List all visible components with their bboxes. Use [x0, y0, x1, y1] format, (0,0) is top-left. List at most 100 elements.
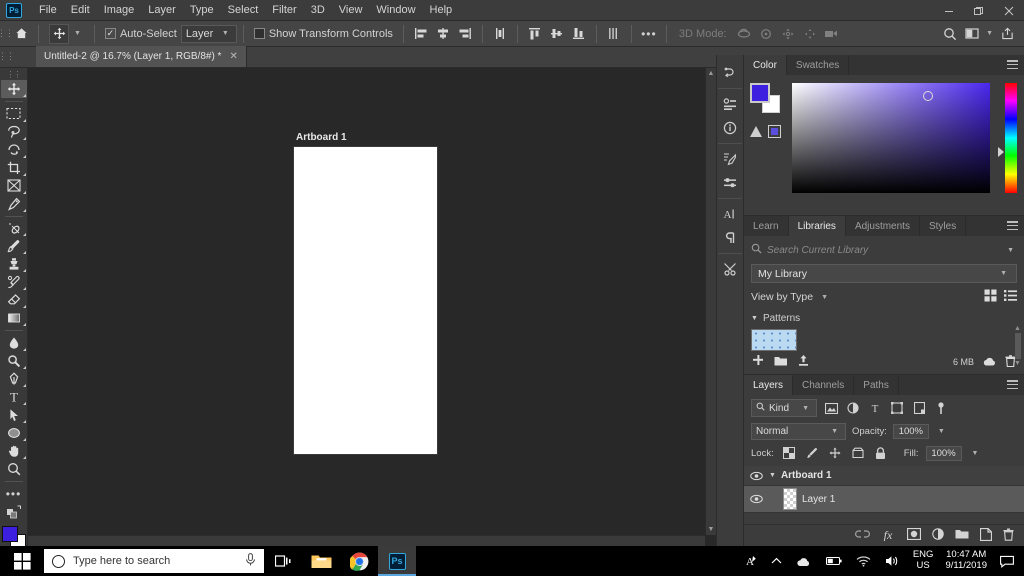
close-button[interactable] — [994, 0, 1024, 21]
fill-input[interactable]: 100% — [925, 445, 962, 461]
scroll-up-icon[interactable]: ▲ — [1014, 325, 1021, 332]
layer-style-fx-icon[interactable]: fx — [881, 528, 896, 544]
options-bar-grip[interactable]: ⋮⋮ — [0, 21, 14, 47]
windows-ink-icon[interactable]: A — [737, 554, 764, 568]
taskbar-search-input[interactable]: Type here to search — [73, 555, 237, 567]
tab-paths[interactable]: Paths — [854, 375, 899, 395]
battery-icon[interactable] — [819, 556, 849, 566]
layer-name[interactable]: Layer 1 — [802, 494, 835, 505]
edit-toolbar-icon[interactable]: ••• — [1, 485, 27, 503]
out-of-gamut-warning-icon[interactable] — [750, 126, 762, 137]
panel-menu-icon[interactable] — [1007, 221, 1018, 230]
frame-tool[interactable] — [1, 177, 27, 195]
file-explorer-icon[interactable] — [302, 546, 340, 576]
menu-help[interactable]: Help — [423, 1, 460, 19]
delete-layer-icon[interactable] — [1003, 528, 1014, 544]
align-top-edges-icon[interactable] — [524, 24, 546, 44]
windows-start-icon[interactable] — [0, 546, 44, 576]
wifi-icon[interactable] — [849, 555, 878, 567]
brush-settings-icon[interactable] — [717, 147, 743, 171]
properties-icon[interactable] — [717, 92, 743, 116]
close-icon[interactable]: ✕ — [229, 51, 237, 62]
document-tab[interactable]: Untitled-2 @ 16.7% (Layer 1, RGB/8#) * ✕ — [36, 46, 247, 67]
artboard-canvas[interactable] — [294, 147, 437, 454]
panel-menu-icon[interactable] — [1007, 380, 1018, 389]
layer-filter-kind-dropdown[interactable]: Kind ▼ — [751, 399, 817, 417]
lock-image-pixels-icon[interactable] — [804, 445, 820, 461]
tab-learn[interactable]: Learn — [744, 216, 789, 236]
canvas-area[interactable]: Artboard 1 ▲ ▼ — [28, 68, 716, 546]
lock-transparent-pixels-icon[interactable] — [781, 445, 797, 461]
new-layer-icon[interactable] — [979, 527, 993, 544]
filter-toggle-icon[interactable] — [933, 400, 949, 416]
volume-icon[interactable] — [878, 555, 907, 567]
blur-tool[interactable] — [1, 334, 27, 352]
menu-view[interactable]: View — [332, 1, 370, 19]
paragraph-icon[interactable] — [717, 226, 743, 250]
type-filter-icon[interactable]: T — [867, 400, 883, 416]
tab-bar-grip[interactable]: ⋮⋮ — [0, 46, 15, 67]
fill-chevron-down-icon[interactable]: ▼ — [969, 450, 982, 457]
opacity-input[interactable]: 100% — [892, 424, 929, 439]
tab-color[interactable]: Color — [744, 55, 787, 75]
menu-type[interactable]: Type — [183, 1, 221, 19]
clone-stamp-tool[interactable] — [1, 255, 27, 273]
chevron-down-icon[interactable]: ▼ — [1004, 247, 1017, 254]
taskbar-clock[interactable]: 10:47 AM 9/11/2019 — [939, 549, 993, 572]
new-group-icon[interactable] — [955, 528, 969, 543]
microphone-icon[interactable] — [245, 553, 256, 569]
history-brush-tool[interactable] — [1, 273, 27, 291]
grid-view-icon[interactable] — [984, 289, 997, 305]
path-selection-tool[interactable] — [1, 406, 27, 424]
brush-tool[interactable] — [1, 237, 27, 255]
move-tool[interactable] — [0, 79, 27, 98]
link-layers-icon[interactable] — [855, 529, 870, 542]
adjustment-layer-icon[interactable] — [932, 528, 944, 543]
menu-3d[interactable]: 3D — [304, 1, 332, 19]
layer-group-name[interactable]: Artboard 1 — [781, 470, 832, 481]
character-icon[interactable]: A — [717, 202, 743, 226]
object-selection-tool[interactable] — [1, 141, 27, 159]
eraser-tool[interactable] — [1, 291, 27, 309]
action-center-icon[interactable] — [993, 555, 1024, 568]
info-icon[interactable] — [717, 116, 743, 140]
auto-select-scope-dropdown[interactable]: Layer ▼ — [180, 24, 237, 43]
canvas-vertical-scrollbar[interactable]: ▲ ▼ — [705, 68, 716, 535]
crop-tool[interactable] — [1, 159, 27, 177]
default-colors-icon[interactable] — [1, 503, 27, 521]
library-dropdown[interactable]: My Library ▼ — [751, 264, 1017, 283]
pixel-filter-icon[interactable] — [823, 400, 839, 416]
photoshop-icon[interactable]: Ps — [378, 546, 416, 576]
toolbar-grip[interactable]: ⋮⋮ — [1, 70, 27, 80]
tab-channels[interactable]: Channels — [793, 375, 855, 395]
tab-adjustments[interactable]: Adjustments — [845, 216, 920, 236]
cloud-sync-icon[interactable] — [982, 356, 997, 369]
scroll-thumb[interactable] — [1014, 333, 1021, 359]
adjustments-sliders-icon[interactable] — [717, 171, 743, 195]
upload-icon[interactable] — [797, 354, 810, 370]
menu-image[interactable]: Image — [97, 1, 142, 19]
chevron-down-icon[interactable]: ▼ — [769, 472, 776, 479]
view-by-dropdown[interactable]: View by Type ▼ — [751, 291, 831, 303]
color-panel-foreground-swatch[interactable] — [750, 83, 770, 103]
web-safe-color-icon[interactable] — [768, 125, 781, 138]
workspace-icon[interactable] — [961, 24, 983, 44]
library-search-row[interactable]: Search Current Library ▼ — [751, 241, 1017, 259]
list-view-icon[interactable] — [1004, 289, 1017, 305]
dodge-tool[interactable] — [1, 352, 27, 370]
align-left-edges-icon[interactable] — [410, 24, 432, 44]
history-icon[interactable] — [717, 61, 743, 85]
menu-file[interactable]: File — [32, 1, 64, 19]
show-hidden-icons-icon[interactable] — [764, 557, 789, 565]
spot-healing-brush-tool[interactable] — [1, 219, 27, 237]
scroll-up-icon[interactable]: ▲ — [706, 68, 716, 79]
active-tool-group[interactable]: ▼ — [45, 23, 88, 44]
artboard-label[interactable]: Artboard 1 — [296, 132, 347, 143]
align-vertical-centers-icon[interactable] — [546, 24, 568, 44]
layer-mask-icon[interactable] — [906, 527, 922, 543]
move-tool-icon[interactable] — [49, 23, 69, 44]
scroll-down-icon[interactable]: ▼ — [1014, 360, 1021, 367]
more-options-icon[interactable]: ••• — [638, 24, 660, 44]
auto-select-control[interactable]: ✓ Auto-Select — [101, 28, 181, 40]
workspace-chevron-down-icon[interactable]: ▼ — [983, 30, 996, 37]
